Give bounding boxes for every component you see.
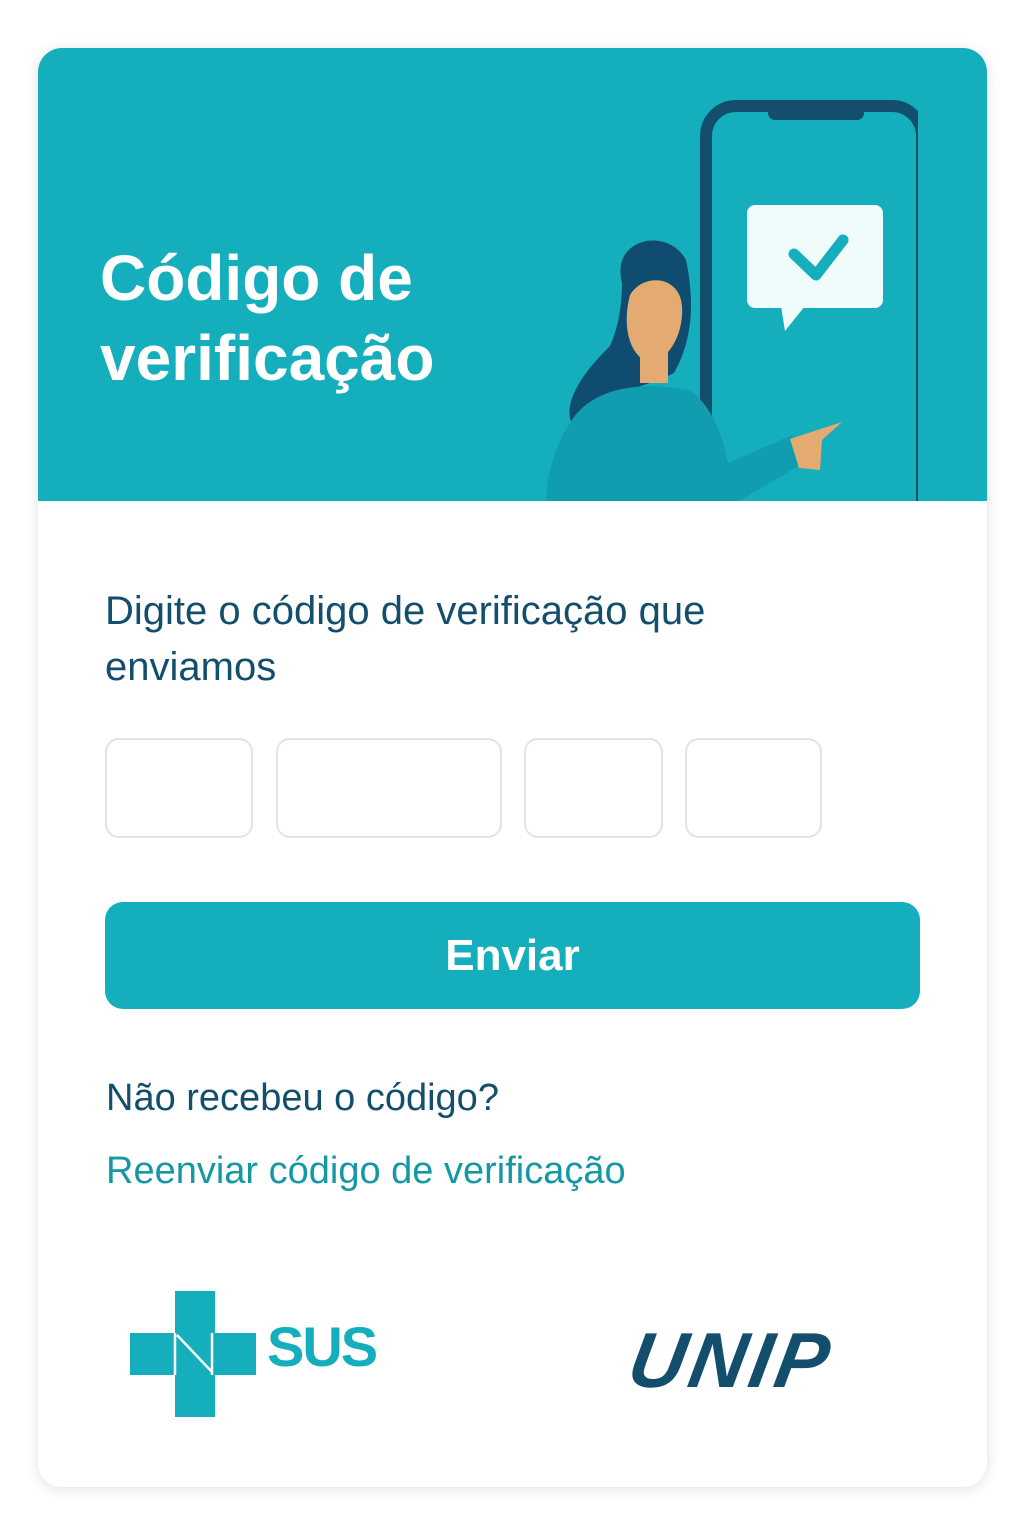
- page-title: Código de verificação: [100, 242, 435, 394]
- verification-prompt: Digite o código de verificação que envia…: [105, 589, 706, 689]
- code-box-2[interactable]: [276, 738, 502, 838]
- submit-button[interactable]: Enviar: [105, 902, 920, 1009]
- code-box-4[interactable]: [685, 738, 822, 838]
- sus-logo: SUS: [130, 1291, 390, 1417]
- unip-logo: UNIP: [622, 1316, 841, 1404]
- sus-wordmark: SUS: [267, 1315, 378, 1378]
- code-box-3[interactable]: [524, 738, 663, 838]
- sus-cross-icon: [130, 1291, 256, 1417]
- code-box-1[interactable]: [105, 738, 253, 838]
- not-received-question: Não recebeu o código?: [106, 1077, 499, 1119]
- resend-code-link[interactable]: Reenviar código de verificação: [106, 1146, 626, 1196]
- header-banner: Código de verificação: [38, 48, 987, 501]
- verification-illustration: [546, 100, 918, 501]
- verification-card: Código de verificação Digite o código de…: [38, 48, 987, 1487]
